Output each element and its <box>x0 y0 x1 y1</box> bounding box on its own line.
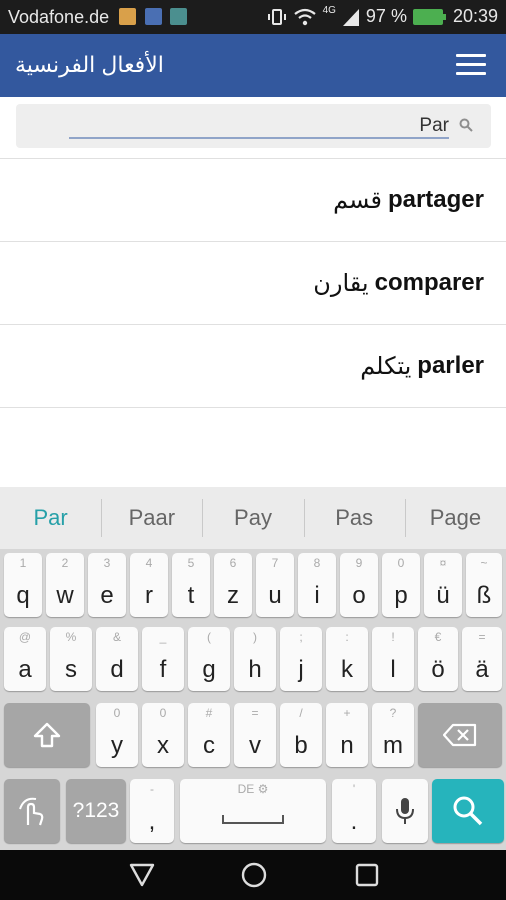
list-divider <box>0 407 506 408</box>
key-o[interactable]: 9o <box>340 553 378 617</box>
period-key[interactable]: '. <box>332 779 376 843</box>
result-arabic: يتكلم <box>360 352 412 380</box>
vibrate-icon <box>267 8 286 25</box>
result-item[interactable]: يتكلم parler <box>0 324 506 407</box>
key-r[interactable]: 4r <box>130 553 168 617</box>
hamburger-menu-icon[interactable] <box>456 54 486 78</box>
key-o-umlaut[interactable]: € ö <box>418 627 458 691</box>
key-v[interactable]: = v <box>234 703 276 767</box>
key-m[interactable]: ? m <box>372 703 414 767</box>
back-triangle-icon[interactable] <box>129 863 155 887</box>
suggestion-strip: Par Paar Pay Pas Page <box>0 487 506 549</box>
signal-icon <box>342 8 359 26</box>
battery-icon <box>412 8 446 25</box>
result-arabic: يقارن <box>313 269 369 297</box>
result-arabic: قسم <box>333 186 382 214</box>
key-p[interactable]: 0p <box>382 553 420 617</box>
result-item[interactable]: قسم partager <box>0 158 506 241</box>
comma-key[interactable]: -, <box>130 779 174 843</box>
key-i[interactable]: 8i <box>298 553 336 617</box>
key-b[interactable]: / b <box>280 703 322 767</box>
gesture-key[interactable] <box>4 779 60 843</box>
shift-key[interactable] <box>4 703 90 767</box>
space-key[interactable]: DE ⚙ <box>180 779 326 843</box>
shift-icon <box>33 722 61 748</box>
key-a[interactable]: @ a <box>4 627 46 691</box>
key-w[interactable]: 2w <box>46 553 84 617</box>
suggestion-item[interactable]: Pay <box>202 487 303 549</box>
result-french: partager <box>387 186 484 213</box>
key-u-umlaut[interactable]: ¤ ü <box>424 553 462 617</box>
battery-percent: 97 % <box>365 6 407 26</box>
results-list: قسم partager يقارن comparer يتكلم parler <box>0 158 506 408</box>
key-z[interactable]: 6z <box>214 553 252 617</box>
notification-icon <box>145 8 162 25</box>
key-f[interactable]: _ f <box>142 627 184 691</box>
key-q[interactable]: 1q <box>4 553 42 617</box>
search-key[interactable] <box>432 779 504 843</box>
wifi-icon <box>293 8 316 25</box>
key-l[interactable]: ! l <box>372 627 414 691</box>
key-s[interactable]: % s <box>50 627 92 691</box>
key-d[interactable]: & d <box>96 627 138 691</box>
key-g[interactable]: (g <box>188 627 230 691</box>
microphone-icon <box>396 798 414 824</box>
search-icon <box>453 796 483 826</box>
app-bar: الأفعال الفرنسية <box>0 34 506 97</box>
result-french: comparer <box>374 269 484 296</box>
recents-square-icon[interactable] <box>355 863 379 887</box>
keyboard: 1q 2w 3e 4r 5t 6z 7u 8i 9o 0p ¤ ü ~ ß @ a %… <box>0 549 506 850</box>
notification-icon <box>119 8 136 25</box>
home-circle-icon[interactable] <box>240 861 268 889</box>
suggestion-item[interactable]: Pas <box>303 487 405 549</box>
suggestion-item[interactable]: Page <box>404 487 506 549</box>
status-bar: Vodafone.de 4G 97 % 20:39 <box>0 0 506 34</box>
search-input[interactable] <box>69 115 449 139</box>
microphone-key[interactable] <box>382 779 428 843</box>
key-c[interactable]: # c <box>188 703 230 767</box>
space-bar-icon <box>222 815 284 824</box>
key-n[interactable]: + n <box>326 703 368 767</box>
key-j[interactable]: ; j <box>280 627 322 691</box>
clock: 20:39 <box>452 6 498 26</box>
network-type-label: 4G <box>322 5 336 16</box>
navigation-bar <box>0 850 506 900</box>
key-u[interactable]: 7u <box>256 553 294 617</box>
key-h[interactable]: ) h <box>234 627 276 691</box>
key-x[interactable]: 0x <box>142 703 184 767</box>
symbols-key[interactable]: ?123 <box>66 779 126 843</box>
search-icon <box>459 118 473 132</box>
app-title: الأفعال الفرنسية <box>15 52 164 77</box>
carrier-label: Vodafone.de <box>8 7 110 27</box>
key-k[interactable]: :k <box>326 627 368 691</box>
key-a-umlaut[interactable]: = ä <box>462 627 502 691</box>
result-item[interactable]: يقارن comparer <box>0 241 506 324</box>
suggestion-item[interactable]: Paar <box>101 487 202 549</box>
backspace-icon <box>443 723 477 747</box>
gesture-icon <box>19 797 44 826</box>
search-box[interactable] <box>16 104 491 148</box>
key-t[interactable]: 5t <box>172 553 210 617</box>
backspace-key[interactable] <box>418 703 502 767</box>
key-eszett[interactable]: ~ ß <box>466 553 502 617</box>
suggestion-item[interactable]: Par <box>0 487 101 549</box>
space-language-hint: DE ⚙ <box>237 782 269 796</box>
notification-icon <box>170 8 187 25</box>
key-y[interactable]: 0y <box>96 703 138 767</box>
key-e[interactable]: 3e <box>88 553 126 617</box>
result-french: parler <box>417 352 484 379</box>
